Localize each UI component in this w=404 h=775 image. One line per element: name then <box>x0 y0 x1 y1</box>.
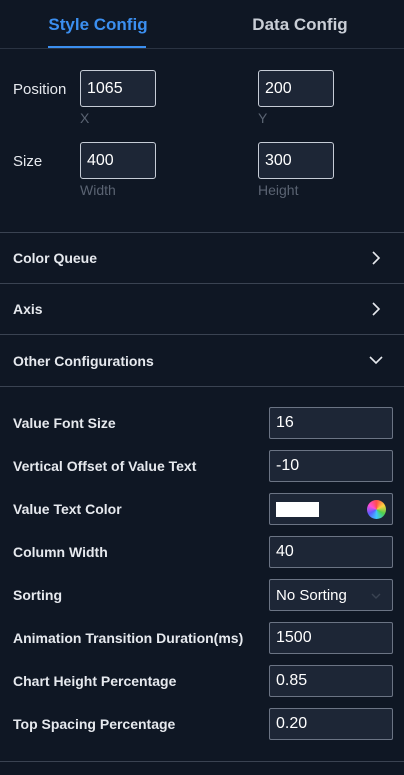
value-font-size-input[interactable]: 16 <box>269 407 393 439</box>
top-spacing-pct-input[interactable]: 0.20 <box>269 708 393 740</box>
chevron-right-icon <box>372 251 381 265</box>
chevron-down-icon <box>369 356 383 365</box>
position-y-caption: Y <box>258 110 268 126</box>
active-tab-indicator <box>48 46 146 48</box>
tab-data-config[interactable]: Data Config <box>196 0 404 49</box>
sorting-label: Sorting <box>13 587 62 603</box>
value-text-color-picker[interactable] <box>269 493 393 525</box>
animation-duration-input[interactable]: 1500 <box>269 622 393 654</box>
position-size-section: Position 1065 X 200 Y Size 400 Width 300… <box>0 49 404 233</box>
chevron-right-icon <box>372 302 381 316</box>
color-queue-label: Color Queue <box>13 250 98 266</box>
sorting-value: No Sorting <box>276 586 347 604</box>
value-font-size-label: Value Font Size <box>13 415 116 431</box>
section-color-queue[interactable]: Color Queue <box>0 233 404 284</box>
sorting-select[interactable]: No Sorting <box>269 579 393 611</box>
section-other-configurations[interactable]: Other Configurations <box>0 335 404 387</box>
size-height-input[interactable]: 300 <box>258 142 334 179</box>
config-tabs: Style Config Data Config <box>0 0 404 49</box>
animation-duration-label: Animation Transition Duration(ms) <box>13 630 244 646</box>
size-label: Size <box>13 153 43 170</box>
vertical-offset-label: Vertical Offset of Value Text <box>13 458 197 474</box>
section-axis[interactable]: Axis <box>0 284 404 335</box>
value-text-color-label: Value Text Color <box>13 501 122 517</box>
size-height-caption: Height <box>258 182 299 198</box>
position-y-input[interactable]: 200 <box>258 70 334 107</box>
other-configurations-label: Other Configurations <box>13 352 154 369</box>
chevron-down-icon <box>371 593 381 599</box>
tab-style-config[interactable]: Style Config <box>0 0 196 49</box>
column-width-input[interactable]: 40 <box>269 536 393 568</box>
axis-label: Axis <box>13 301 43 317</box>
position-label: Position <box>13 81 67 98</box>
chart-height-pct-label: Chart Height Percentage <box>13 673 177 689</box>
color-swatch <box>276 502 319 517</box>
size-width-caption: Width <box>80 182 116 198</box>
size-width-input[interactable]: 400 <box>80 142 156 179</box>
position-x-input[interactable]: 1065 <box>80 70 156 107</box>
position-x-caption: X <box>80 110 90 126</box>
other-configurations-panel: Value Font Size 16 Vertical Offset of Va… <box>0 388 404 762</box>
vertical-offset-input[interactable]: -10 <box>269 450 393 482</box>
chart-height-pct-input[interactable]: 0.85 <box>269 665 393 697</box>
column-width-label: Column Width <box>13 544 108 560</box>
color-wheel-icon[interactable] <box>367 500 386 519</box>
top-spacing-pct-label: Top Spacing Percentage <box>13 716 176 732</box>
